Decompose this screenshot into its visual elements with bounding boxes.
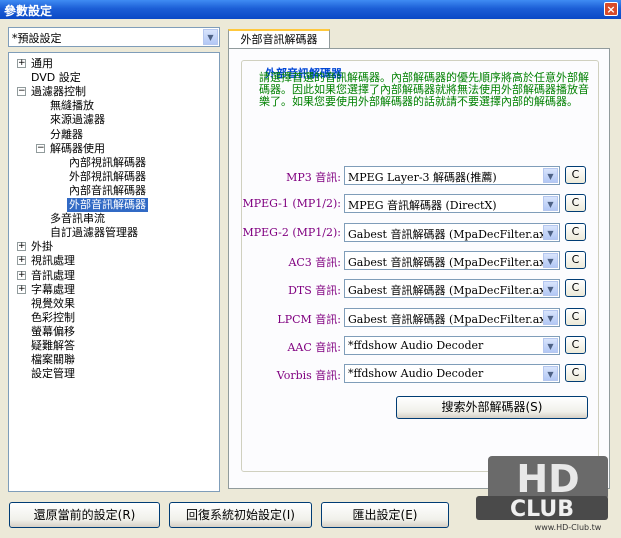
- tree-item[interactable]: 疑難解答: [31, 339, 75, 353]
- tree-item[interactable]: 螢幕偏移: [31, 325, 75, 339]
- tree-item[interactable]: 解碼器使用: [50, 142, 105, 156]
- tree-item[interactable]: 通用: [31, 57, 53, 71]
- decoder-value: Gabest 音訊解碼器 (MpaDecFilter.ax): [348, 227, 550, 241]
- decoder-value: MPEG Layer-3 解碼器(推薦): [348, 171, 497, 184]
- settings-tree[interactable]: + 通用 DVD 設定 − 過濾器控制 無縫播放 來源過濾器 分離器 − 解碼器使用 內部視訊解碼器…: [8, 52, 220, 492]
- chevron-down-icon[interactable]: ▼: [543, 252, 558, 268]
- tree-item[interactable]: 自訂過濾器管理器: [50, 226, 138, 240]
- tree-item[interactable]: 設定管理: [31, 367, 75, 381]
- hd-club-logo: HD CLUB www.HD-Club.tw: [476, 456, 608, 532]
- decoder-label: AAC 音訊:: [287, 340, 341, 354]
- search-decoders-button[interactable]: 搜索外部解碼器(S): [396, 396, 588, 419]
- chevron-down-icon[interactable]: ▼: [543, 366, 558, 382]
- chevron-down-icon[interactable]: ▼: [543, 337, 558, 353]
- tree-item[interactable]: 色彩控制: [31, 311, 75, 325]
- tab-external-audio-decoder[interactable]: 外部音訊解碼器: [228, 29, 330, 49]
- decoder-value: *ffdshow Audio Decoder: [348, 338, 484, 352]
- decoder-value: *ffdshow Audio Decoder: [348, 367, 484, 381]
- decoder-select[interactable]: Gabest 音訊解碼器 (MpaDecFilter.ax) ▼: [344, 279, 560, 299]
- decoder-label: LPCM 音訊:: [277, 312, 341, 326]
- tree-item[interactable]: 視覺效果: [31, 297, 75, 311]
- configure-button[interactable]: C: [565, 335, 586, 354]
- expand-icon[interactable]: +: [17, 59, 26, 68]
- tree-item[interactable]: DVD 設定: [31, 71, 81, 85]
- tree-item[interactable]: 字幕處理: [31, 283, 75, 297]
- configure-button[interactable]: C: [565, 279, 586, 298]
- tree-item[interactable]: 過濾器控制: [31, 85, 86, 99]
- collapse-icon[interactable]: −: [17, 87, 26, 97]
- tree-item[interactable]: 視訊處理: [31, 254, 75, 268]
- decoder-select[interactable]: MPEG Layer-3 解碼器(推薦) ▼: [344, 166, 560, 185]
- configure-button[interactable]: C: [565, 307, 586, 326]
- expand-icon[interactable]: +: [17, 284, 26, 294]
- decoder-value: Gabest 音訊解碼器 (MpaDecFilter.ax): [348, 284, 550, 298]
- expand-icon[interactable]: +: [17, 242, 26, 252]
- tree-item[interactable]: 外部音訊解碼器: [67, 198, 148, 212]
- tree-item[interactable]: 來源過濾器: [50, 113, 105, 127]
- reset-defaults-button[interactable]: 回復系統初始設定(I): [169, 502, 312, 528]
- tree-item[interactable]: 外部視訊解碼器: [69, 170, 146, 184]
- decoder-select[interactable]: *ffdshow Audio Decoder ▼: [344, 335, 560, 355]
- chevron-down-icon[interactable]: ▼: [543, 309, 558, 325]
- logo-url-text: www.HD-Club.tw: [535, 523, 602, 532]
- configure-button[interactable]: C: [565, 166, 586, 184]
- configure-button[interactable]: C: [565, 222, 586, 241]
- decoder-value: MPEG 音訊解碼器 (DirectX): [348, 199, 497, 213]
- decoder-label: MPEG-2 (MP1/2):: [242, 225, 341, 239]
- expand-icon[interactable]: +: [17, 256, 26, 266]
- description-text: 請選擇首選的音訊解碼器。內部解碼器的優先順序將高於任意外部解碼器。因此如果您選擇…: [259, 71, 589, 108]
- tree-item[interactable]: 外掛: [31, 240, 53, 254]
- configure-button[interactable]: C: [565, 250, 586, 269]
- export-settings-button[interactable]: 匯出設定(E): [321, 502, 449, 528]
- preset-select[interactable]: *預設設定 ▼: [8, 27, 220, 47]
- preset-value: *預設設定: [12, 32, 62, 45]
- decoder-value: Gabest 音訊解碼器 (MpaDecFilter.ax): [348, 255, 550, 269]
- title-bar: 參數設定 ×: [0, 0, 621, 19]
- chevron-down-icon[interactable]: ▼: [543, 281, 558, 297]
- tree-item[interactable]: 內部音訊解碼器: [69, 184, 146, 198]
- tree-item[interactable]: 多音訊串流: [50, 212, 105, 226]
- close-button[interactable]: ×: [604, 2, 618, 16]
- decoder-select[interactable]: *ffdshow Audio Decoder ▼: [344, 364, 560, 384]
- decoder-select[interactable]: Gabest 音訊解碼器 (MpaDecFilter.ax) ▼: [344, 307, 560, 327]
- tree-item[interactable]: 無縫播放: [50, 99, 94, 113]
- decoder-label: MPEG-1 (MP1/2):: [242, 197, 341, 211]
- settings-panel: 外部音訊解碼器 請選擇首選的音訊解碼器。內部解碼器的優先順序將高於任意外部解碼器…: [228, 48, 610, 489]
- decoder-label: Vorbis 音訊:: [276, 369, 341, 383]
- decoder-value: Gabest 音訊解碼器 (MpaDecFilter.ax): [348, 312, 550, 326]
- chevron-down-icon[interactable]: ▼: [203, 29, 218, 45]
- tree-item[interactable]: 分離器: [50, 128, 83, 142]
- chevron-down-icon[interactable]: ▼: [543, 224, 558, 240]
- configure-button[interactable]: C: [565, 364, 586, 383]
- decoder-label: DTS 音訊:: [288, 284, 341, 298]
- expand-icon[interactable]: +: [17, 270, 26, 280]
- decoder-label: MP3 音訊:: [286, 171, 341, 184]
- decoder-select[interactable]: Gabest 音訊解碼器 (MpaDecFilter.ax) ▼: [344, 222, 560, 242]
- tree-item[interactable]: 內部視訊解碼器: [69, 156, 146, 170]
- tree-item[interactable]: 檔案關聯: [31, 353, 75, 367]
- decoder-select[interactable]: Gabest 音訊解碼器 (MpaDecFilter.ax) ▼: [344, 250, 560, 270]
- window-title: 參數設定: [4, 4, 53, 18]
- logo-hd-text: HD: [516, 457, 579, 501]
- decoder-label: AC3 音訊:: [288, 255, 341, 269]
- decoder-select[interactable]: MPEG 音訊解碼器 (DirectX) ▼: [344, 194, 560, 214]
- chevron-down-icon[interactable]: ▼: [543, 168, 558, 183]
- logo-club-text: CLUB: [510, 497, 574, 522]
- tree-item[interactable]: 音訊處理: [31, 269, 75, 283]
- configure-button[interactable]: C: [565, 194, 586, 213]
- restore-settings-button[interactable]: 還原當前的設定(R): [9, 502, 160, 528]
- collapse-icon[interactable]: −: [36, 143, 45, 153]
- chevron-down-icon[interactable]: ▼: [543, 196, 558, 212]
